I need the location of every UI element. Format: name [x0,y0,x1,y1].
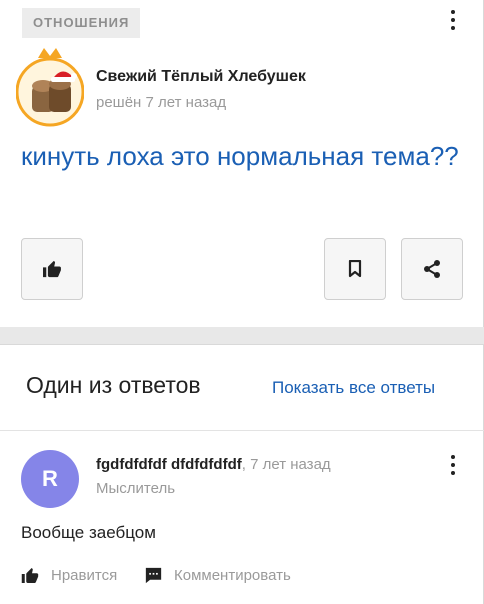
answer-author-avatar[interactable]: R [21,450,79,508]
thumbs-up-icon [43,260,61,278]
comment-icon [145,567,162,584]
share-button[interactable] [401,238,463,300]
answer-like-button[interactable]: Нравится [21,567,117,584]
answer-text: Вообще заебцом [21,523,156,542]
answer-comment-button[interactable]: Комментировать [145,567,291,584]
thumbs-up-icon [21,568,39,583]
question-status: решён 7 лет назад [96,94,227,111]
bookmark-button[interactable] [324,238,386,300]
answer-more-options-icon[interactable] [449,455,457,475]
answer-time: , 7 лет назад [241,456,331,473]
question-card: ОТНОШЕНИЯ Свежий Тёплый Хлебушек решён 7… [0,0,484,327]
answer-author-line: fgdfdfdfdf dfdfdfdfdf, 7 лет назад [96,456,331,473]
category-tag[interactable]: ОТНОШЕНИЯ [22,8,141,38]
divider [0,430,484,431]
comment-label: Комментировать [174,567,291,584]
question-title: кинуть лоха это нормальная тема?? [21,141,459,171]
like-label: Нравится [51,567,118,584]
author-name[interactable]: Свежий Тёплый Хлебушек [96,68,306,86]
answer-author-name[interactable]: fgdfdfdfdf dfdfdfdfdf [96,456,242,473]
share-icon [424,260,440,278]
bookmark-icon [348,260,362,278]
answer-author-rank: Мыслитель [96,480,176,497]
show-all-answers-link[interactable]: Показать все ответы [272,378,435,398]
more-options-icon[interactable] [449,10,457,30]
bread-avatar-icon [15,48,85,127]
answers-heading: Один из ответов [26,372,201,398]
author-avatar[interactable] [15,44,85,128]
like-button[interactable] [21,238,83,300]
